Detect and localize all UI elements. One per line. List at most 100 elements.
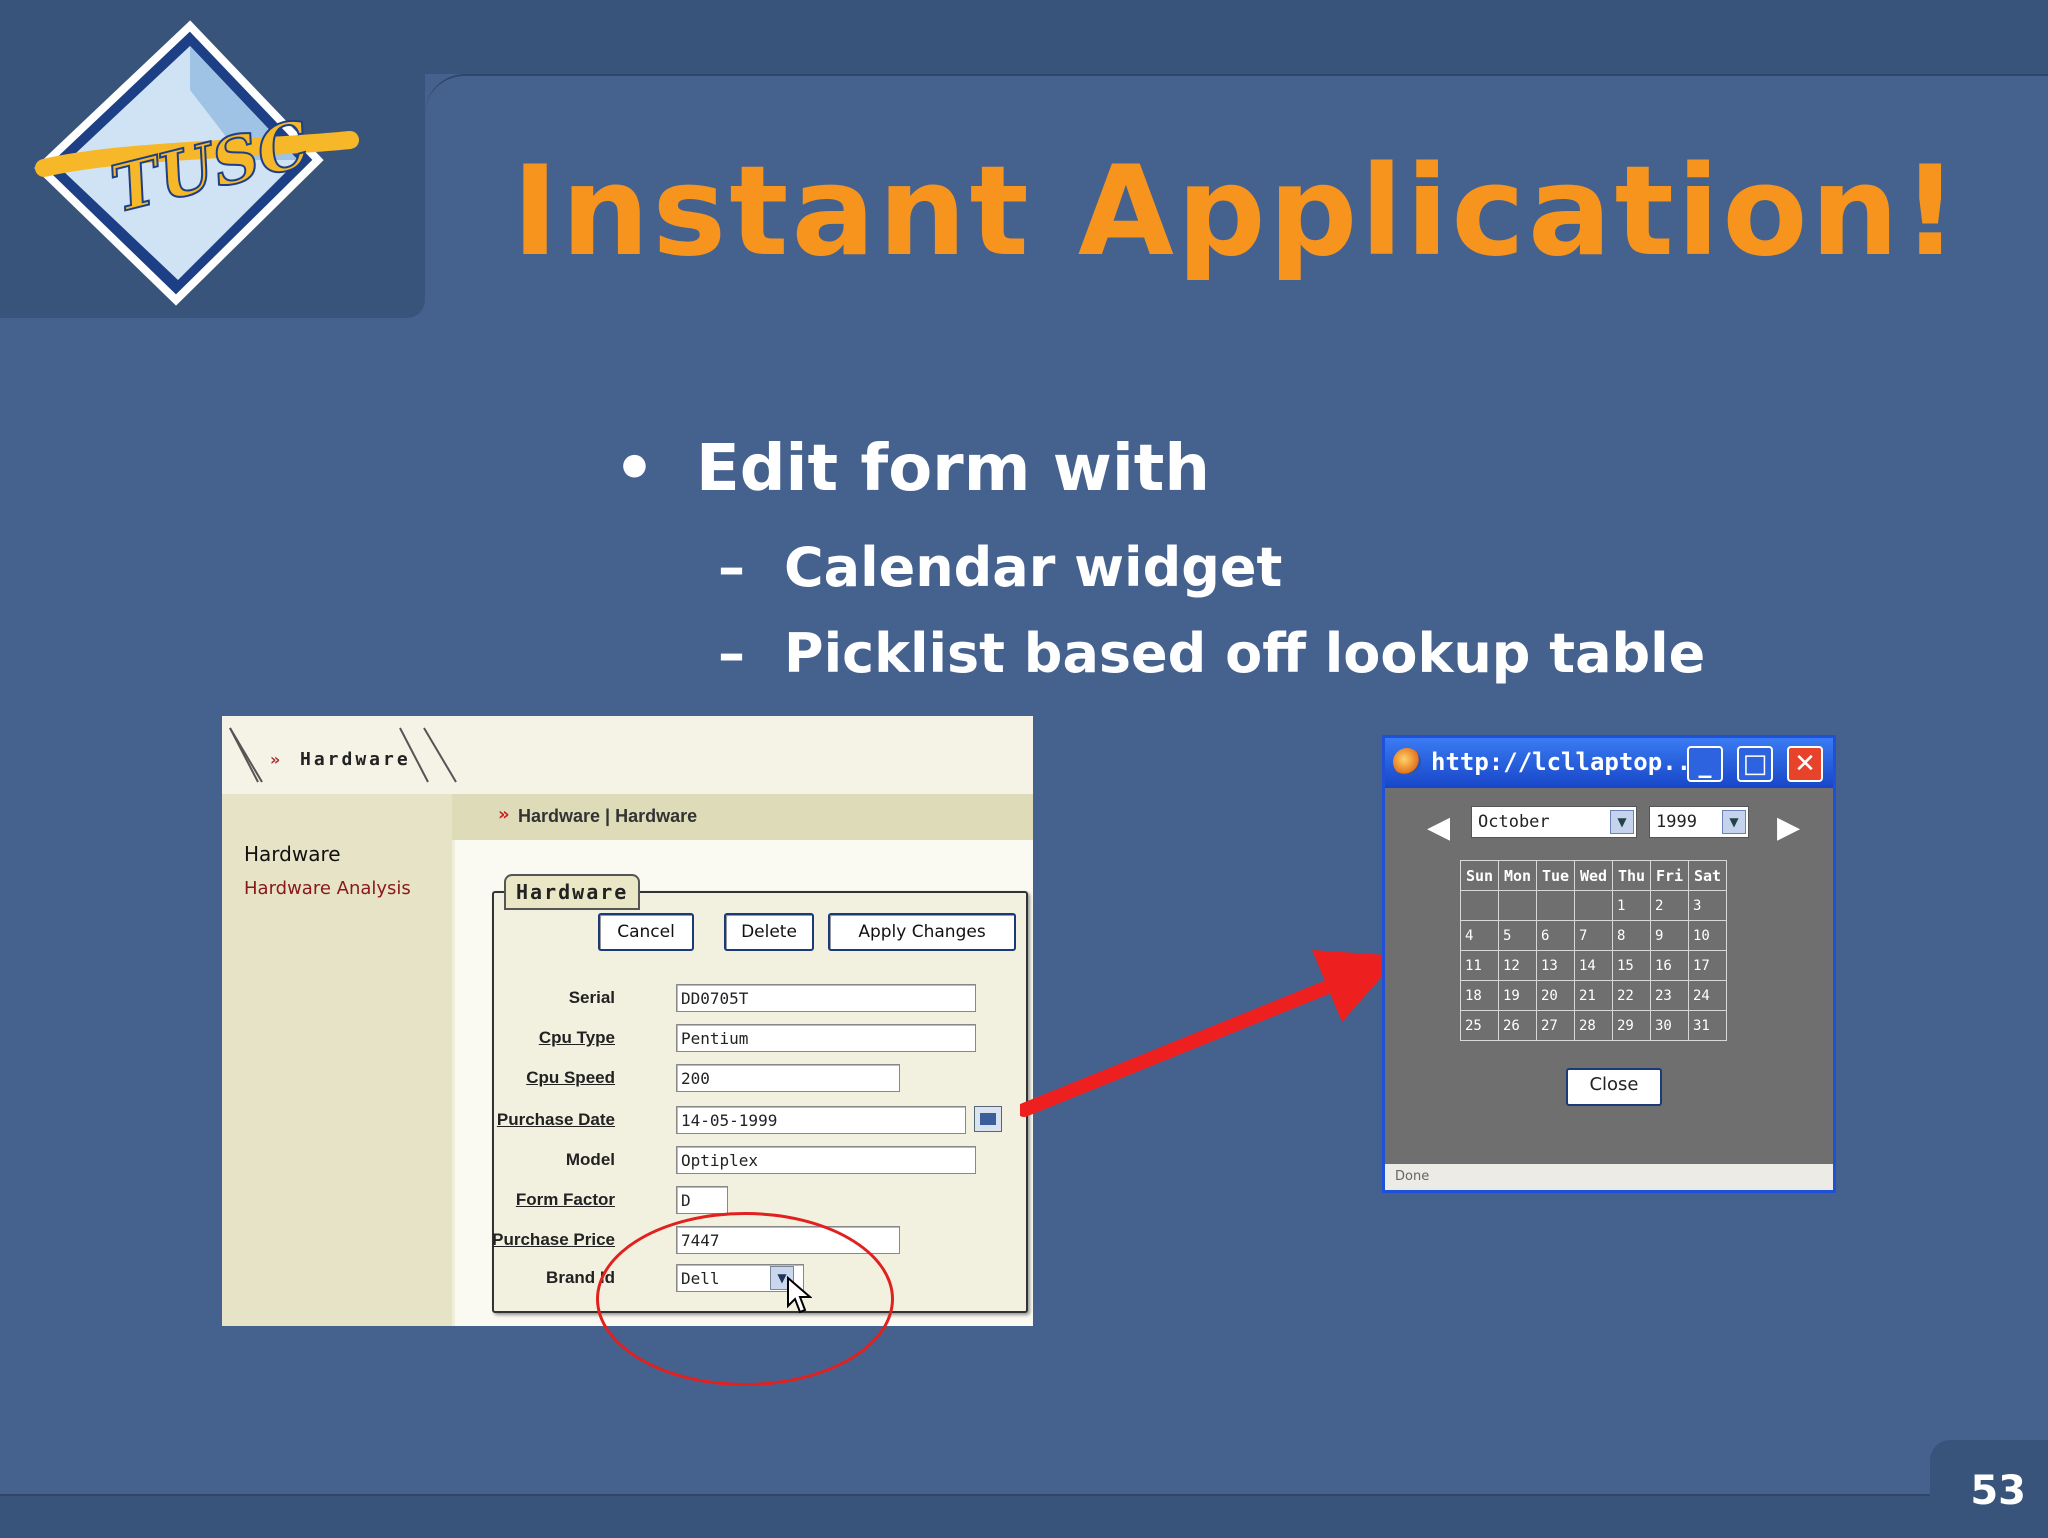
calendar-day[interactable]: 16 xyxy=(1650,950,1689,981)
tab-marker-icon: » xyxy=(270,750,281,769)
calendar-day[interactable]: 25 xyxy=(1460,1010,1499,1041)
apply-changes-button[interactable]: Apply Changes xyxy=(828,913,1016,951)
field-label: Serial xyxy=(568,988,615,1007)
calendar-day[interactable]: 11 xyxy=(1460,950,1499,981)
field-form-factor: Form Factor D xyxy=(222,1186,1033,1218)
popup-title: http://lcllaptop.... xyxy=(1431,748,1720,776)
calendar-week: 1 2 3 xyxy=(1460,890,1727,921)
next-month-icon[interactable]: ▶ xyxy=(1777,810,1800,845)
field-label: Model xyxy=(565,1150,615,1169)
calendar-day[interactable]: 13 xyxy=(1536,950,1575,981)
month-select[interactable]: October ▼ xyxy=(1471,806,1637,838)
calendar-day[interactable]: 27 xyxy=(1536,1010,1575,1041)
pointer-arrow xyxy=(1020,950,1400,1117)
chevron-down-icon[interactable]: ▼ xyxy=(1722,810,1746,834)
dash-glyph: – xyxy=(718,536,745,599)
calendar-day[interactable]: 1 xyxy=(1612,890,1651,921)
calendar-day[interactable]: 29 xyxy=(1612,1010,1651,1041)
footer-band xyxy=(0,1494,2048,1538)
calendar-day[interactable]: 31 xyxy=(1688,1010,1727,1041)
field-label: Purchase Date xyxy=(496,1110,615,1129)
serial-input[interactable]: DD0705T xyxy=(676,984,976,1012)
close-button[interactable]: Close xyxy=(1566,1068,1662,1106)
calendar-day[interactable]: 23 xyxy=(1650,980,1689,1011)
bullet-glyph: • xyxy=(614,432,655,506)
calendar-day[interactable]: 30 xyxy=(1650,1010,1689,1041)
day-header: Sun xyxy=(1460,860,1499,891)
day-header-row: Sun Mon Tue Wed Thu Fri Sat xyxy=(1460,860,1727,891)
calendar-day[interactable]: 20 xyxy=(1536,980,1575,1011)
calendar-day[interactable]: 15 xyxy=(1612,950,1651,981)
calendar-day[interactable]: 24 xyxy=(1688,980,1727,1011)
close-icon[interactable]: ✕ xyxy=(1787,746,1823,782)
calendar-day[interactable]: 21 xyxy=(1574,980,1613,1011)
maximize-icon[interactable]: □ xyxy=(1737,746,1773,782)
calendar-day[interactable]: 7 xyxy=(1574,920,1613,951)
popup-titlebar[interactable]: http://lcllaptop.... _ □ ✕ xyxy=(1385,738,1833,788)
delete-button[interactable]: Delete xyxy=(724,913,814,951)
tab-bar: » Hardware xyxy=(222,716,1033,797)
bullet-sub-1-text: Calendar widget xyxy=(784,536,1283,599)
day-header: Tue xyxy=(1536,860,1575,891)
field-label: Cpu Speed xyxy=(526,1068,615,1087)
region-title: Hardware xyxy=(504,874,641,910)
calendar-popup-window: http://lcllaptop.... _ □ ✕ ◀ October ▼ 1… xyxy=(1382,735,1836,1193)
prev-month-icon[interactable]: ◀ xyxy=(1427,810,1450,845)
cpu-speed-input[interactable]: 200 xyxy=(676,1064,900,1092)
calendar-day[interactable]: 8 xyxy=(1612,920,1651,951)
breadcrumb-marker-icon: » xyxy=(498,804,510,825)
bullet-sub-2-text: Picklist based off lookup table xyxy=(784,622,1706,685)
calendar-day[interactable]: 19 xyxy=(1498,980,1537,1011)
page-number: 53 xyxy=(1970,1468,2026,1514)
form-factor-input[interactable]: D xyxy=(676,1186,728,1214)
calendar-week: 25 26 27 28 29 30 31 xyxy=(1460,1010,1727,1041)
breadcrumb[interactable]: Hardware | Hardware xyxy=(518,806,697,827)
logo-panel: TUSC xyxy=(0,0,425,318)
calendar-day[interactable]: 6 xyxy=(1536,920,1575,951)
dash-glyph: – xyxy=(718,622,745,685)
chevron-down-icon[interactable]: ▼ xyxy=(1610,810,1634,834)
cpu-type-input[interactable]: Pentium xyxy=(676,1024,976,1052)
calendar-week: 18 19 20 21 22 23 24 xyxy=(1460,980,1727,1011)
picklist-highlight-ellipse xyxy=(596,1212,894,1386)
calendar-day xyxy=(1498,890,1537,921)
sidebar-heading: Hardware xyxy=(244,842,341,866)
calendar-day[interactable]: 12 xyxy=(1498,950,1537,981)
calendar-day[interactable]: 18 xyxy=(1460,980,1499,1011)
calendar-week: 11 12 13 14 15 16 17 xyxy=(1460,950,1727,981)
field-model: Model Optiplex xyxy=(222,1146,1033,1178)
calendar-day[interactable]: 4 xyxy=(1460,920,1499,951)
minimize-icon[interactable]: _ xyxy=(1687,746,1723,782)
mouse-pointer-icon xyxy=(787,1276,812,1314)
calendar-day xyxy=(1574,890,1613,921)
field-label: Form Factor xyxy=(515,1190,615,1209)
model-input[interactable]: Optiplex xyxy=(676,1146,976,1174)
calendar-day xyxy=(1536,890,1575,921)
day-header: Fri xyxy=(1650,860,1689,891)
bullet-main-text: Edit form with xyxy=(696,432,1210,506)
purchase-date-input[interactable]: 14-05-1999 xyxy=(676,1106,966,1134)
calendar-day[interactable]: 10 xyxy=(1688,920,1727,951)
field-label: Cpu Type xyxy=(538,1028,615,1047)
calendar-day[interactable]: 17 xyxy=(1688,950,1727,981)
sidebar-link-hardware-analysis[interactable]: Hardware Analysis xyxy=(244,878,411,899)
calendar-day[interactable]: 14 xyxy=(1574,950,1613,981)
year-select[interactable]: 1999 ▼ xyxy=(1649,806,1749,838)
calendar-day[interactable]: 5 xyxy=(1498,920,1537,951)
calendar-day[interactable]: 9 xyxy=(1650,920,1689,951)
tusc-logo: TUSC xyxy=(34,20,359,306)
field-serial: Serial DD0705T xyxy=(222,984,1033,1016)
calendar-picker-icon[interactable] xyxy=(974,1106,1002,1132)
calendar-day[interactable]: 26 xyxy=(1498,1010,1537,1041)
form-screenshot: » Hardware » Hardware | Hardware Hardwar… xyxy=(222,716,1033,1326)
tab-hardware[interactable]: » Hardware xyxy=(270,732,440,772)
status-bar: Done xyxy=(1385,1164,1833,1190)
calendar-day[interactable]: 3 xyxy=(1688,890,1727,921)
calendar-day[interactable]: 28 xyxy=(1574,1010,1613,1041)
calendar-day[interactable]: 2 xyxy=(1650,890,1689,921)
cancel-button[interactable]: Cancel xyxy=(598,913,694,951)
tab-hardware-label: Hardware xyxy=(300,749,411,770)
calendar-grid: Sun Mon Tue Wed Thu Fri Sat 1 2 3 4 5 6 … xyxy=(1460,860,1727,1041)
field-cpu-speed: Cpu Speed 200 xyxy=(222,1064,1033,1096)
calendar-day[interactable]: 22 xyxy=(1612,980,1651,1011)
